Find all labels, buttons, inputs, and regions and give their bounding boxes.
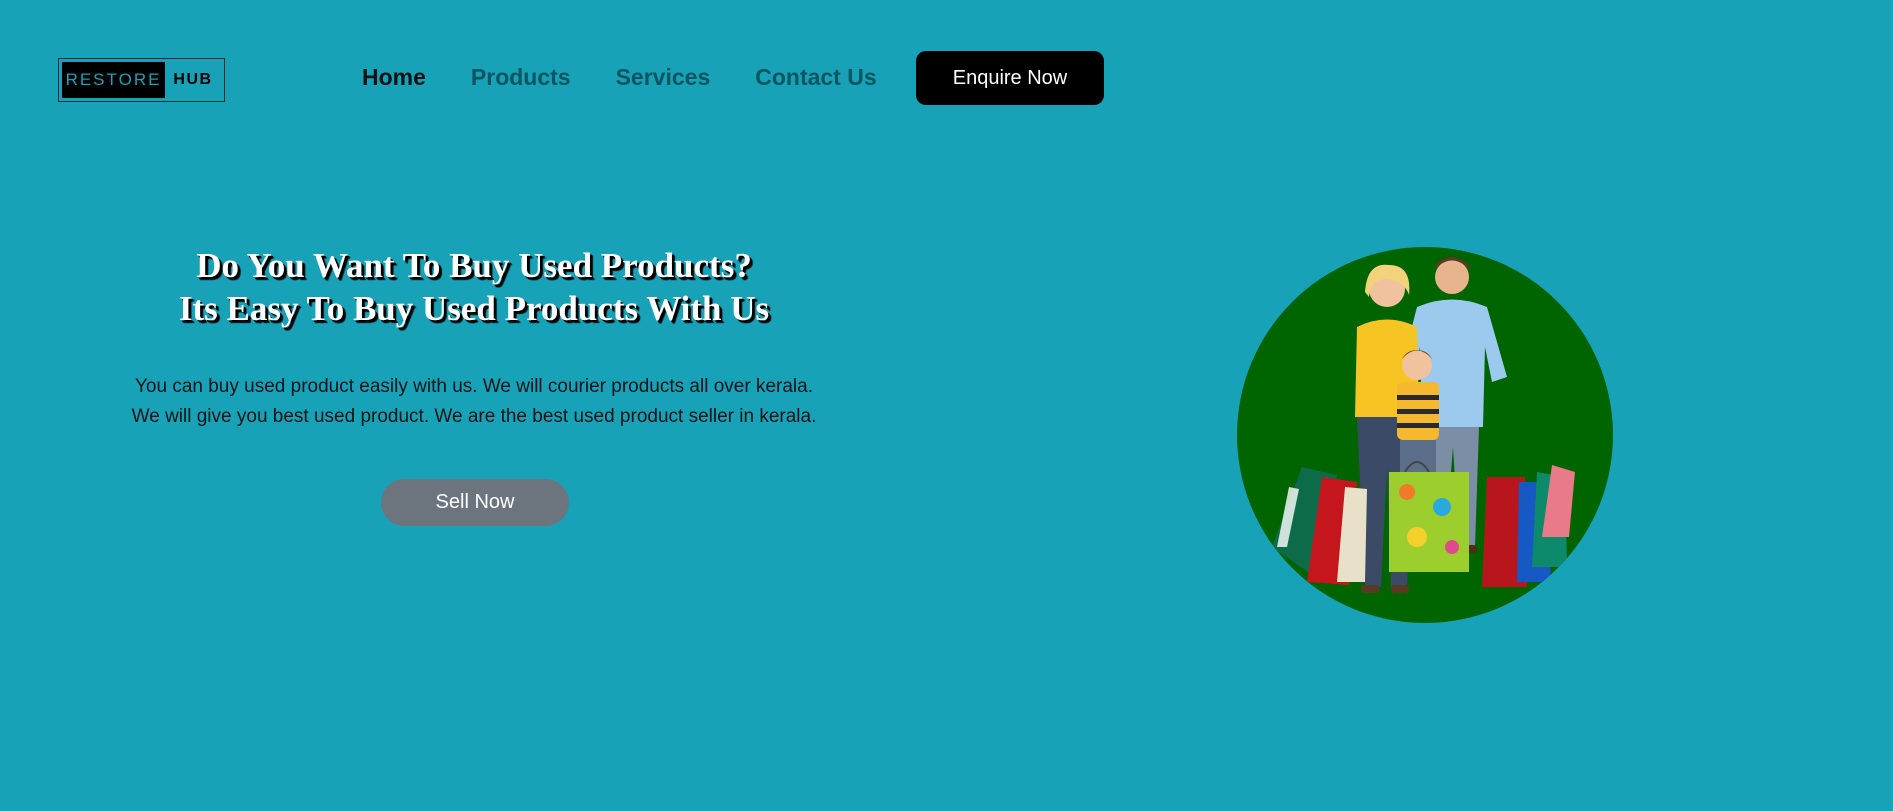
family-shopping-image [1237,247,1613,623]
hero-headline: Do You Want To Buy Used Products? Its Ea… [70,244,878,330]
enquire-now-button[interactable]: Enquire Now [916,51,1104,105]
hero-description: You can buy used product easily with us.… [70,372,878,432]
hero-headline-line-1: Do You Want To Buy Used Products? [196,246,752,285]
logo-text-restore: RESTORE [62,62,165,98]
nav-contact-us[interactable]: Contact Us [755,62,876,92]
hero-description-line-2: We will give you best used product. We a… [131,406,817,427]
logo-text-hub: HUB [173,71,213,88]
nav-services[interactable]: Services [616,62,711,92]
hero-description-line-1: You can buy used product easily with us.… [134,376,813,397]
hero-headline-line-2: Its Easy To Buy Used Products With Us [178,289,770,328]
hero-text: Do You Want To Buy Used Products? Its Ea… [70,244,878,432]
site-logo[interactable]: RESTORE HUB [58,58,225,102]
nav-products[interactable]: Products [471,62,571,92]
nav-home[interactable]: Home [362,62,426,92]
left-shopping-bags [1272,467,1367,585]
center-shopping-bag [1389,461,1469,572]
right-shopping-bags [1482,465,1575,587]
family-shopping-illustration [1272,257,1575,593]
main-nav: Home Products Services Contact Us [362,62,922,92]
sell-now-button[interactable]: Sell Now [381,479,569,526]
